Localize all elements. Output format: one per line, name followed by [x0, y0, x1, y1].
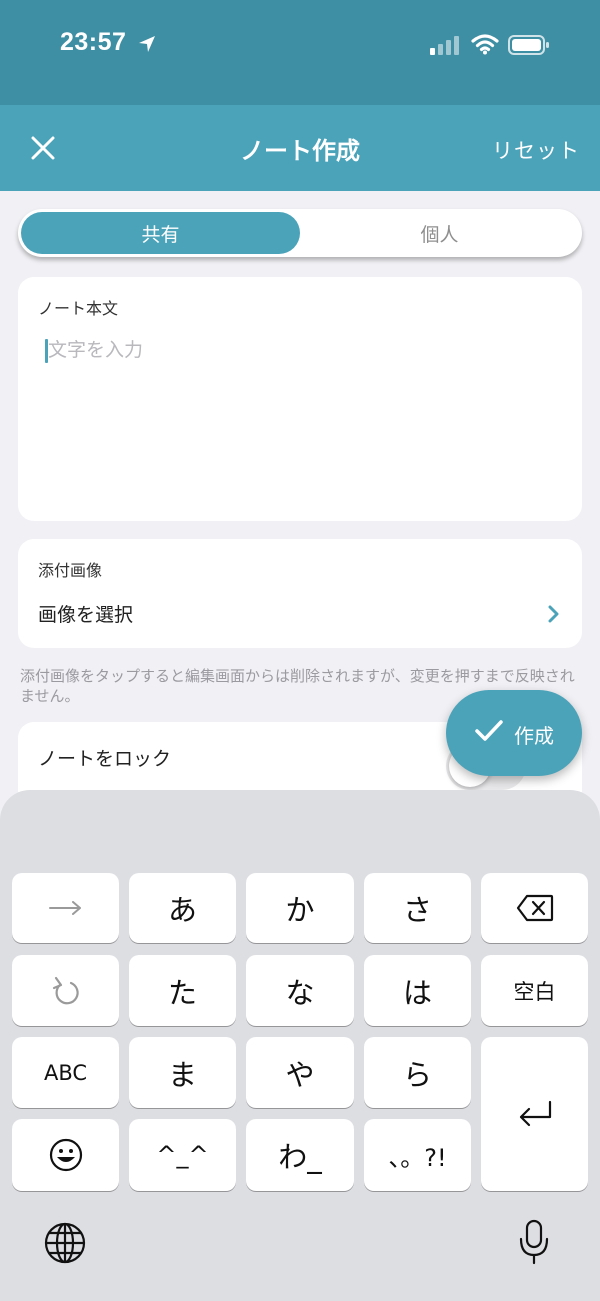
delete-key[interactable] — [481, 873, 588, 943]
japanese-keyboard: あ か さ た な は 空白 ABC ま や ら ^_^ わ_ 、。?! — [0, 790, 600, 1301]
select-image-label: 画像を選択 — [38, 604, 134, 626]
key-ta[interactable]: た — [129, 955, 236, 1026]
kaomoji-key[interactable]: ^_^ — [129, 1119, 236, 1191]
key-na[interactable]: な — [246, 955, 354, 1026]
check-icon — [475, 720, 503, 741]
note-body-card: ノート本文 — [18, 277, 582, 521]
nav-bar: ノート作成 リセット — [0, 105, 600, 191]
delete-icon — [516, 894, 553, 922]
punctuation-key[interactable]: 、。?! — [364, 1119, 471, 1191]
space-key[interactable]: 空白 — [481, 955, 588, 1026]
location-arrow-icon — [139, 36, 155, 52]
attached-image-label: 添付画像 — [38, 561, 103, 580]
microphone-key[interactable] — [512, 1214, 556, 1270]
key-arrow-right[interactable] — [12, 873, 119, 943]
key-ka[interactable]: か — [246, 873, 354, 943]
key-a[interactable]: あ — [129, 873, 236, 943]
create-button[interactable]: 作成 — [446, 690, 582, 776]
note-body-input[interactable] — [38, 335, 568, 505]
emoji-icon — [49, 1138, 82, 1172]
segment-shared[interactable]: 共有 — [21, 212, 300, 254]
globe-key[interactable] — [40, 1218, 90, 1268]
key-ra[interactable]: ら — [364, 1037, 471, 1108]
battery-icon — [508, 35, 549, 55]
globe-icon — [44, 1222, 86, 1264]
key-ha[interactable]: は — [364, 955, 471, 1026]
microphone-icon — [519, 1219, 549, 1265]
segment-personal[interactable]: 個人 — [300, 212, 579, 254]
undo-key[interactable] — [12, 955, 119, 1026]
wifi-icon — [471, 34, 499, 55]
key-ma[interactable]: ま — [129, 1037, 236, 1108]
share-segmented-control: 共有 個人 — [18, 209, 582, 257]
return-key[interactable] — [481, 1037, 588, 1191]
attached-image-card: 添付画像 画像を選択 — [18, 539, 582, 648]
return-icon — [519, 1100, 551, 1127]
status-bar: 23:57 — [0, 0, 600, 105]
key-ya[interactable]: や — [246, 1037, 354, 1108]
emoji-key[interactable] — [12, 1119, 119, 1191]
abc-key[interactable]: ABC — [12, 1037, 119, 1108]
select-image-row[interactable]: 画像を選択 — [18, 591, 582, 641]
note-body-label: ノート本文 — [38, 299, 119, 318]
cellular-signal-icon — [430, 36, 459, 55]
arrow-right-icon — [48, 901, 81, 915]
undo-icon — [52, 976, 79, 1004]
lock-note-label: ノートをロック — [38, 748, 172, 770]
key-sa[interactable]: さ — [364, 873, 471, 943]
reset-button[interactable]: リセット — [492, 135, 580, 165]
status-time: 23:57 — [60, 28, 127, 56]
create-button-label: 作成 — [514, 724, 554, 748]
key-wa[interactable]: わ_ — [246, 1119, 354, 1191]
text-cursor — [45, 339, 48, 363]
chevron-right-icon — [548, 605, 559, 623]
